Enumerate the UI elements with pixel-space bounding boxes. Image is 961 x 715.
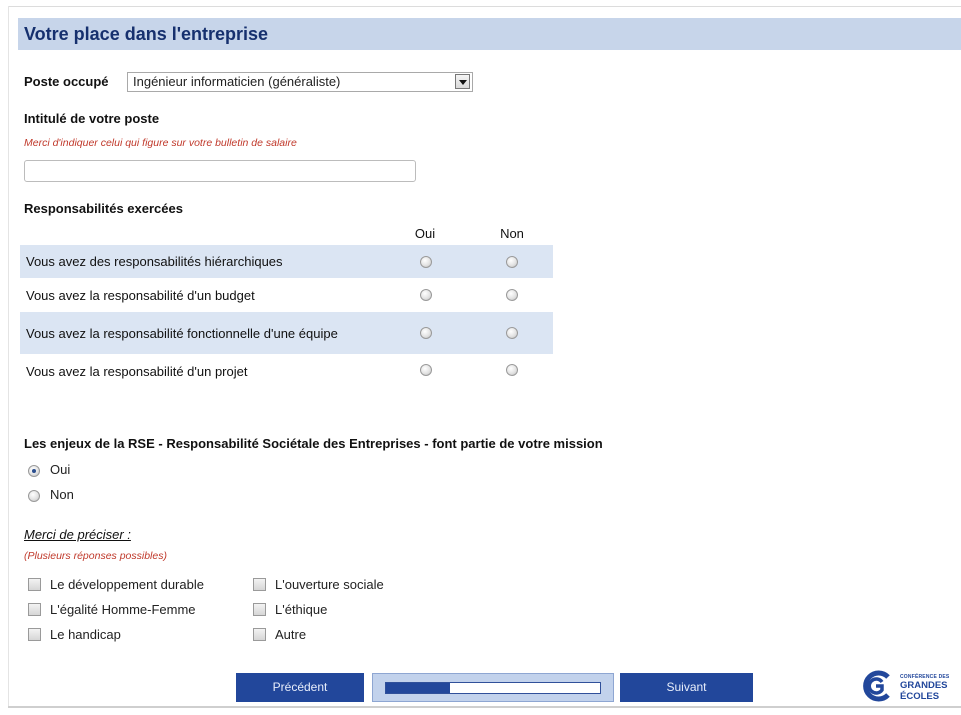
cge-logo-mark-icon — [863, 670, 890, 702]
column-header-non: Non — [500, 226, 524, 241]
radio-hierarchique-non[interactable] — [506, 256, 518, 268]
precise-label: Merci de préciser : — [24, 527, 131, 542]
table-row: Vous avez la responsabilité d'un projet — [20, 354, 553, 388]
checkbox-label[interactable]: Autre — [275, 627, 306, 642]
multi-hint: (Plusieurs réponses possibles) — [24, 550, 167, 562]
next-button[interactable]: Suivant — [620, 673, 753, 702]
checkbox-label[interactable]: L'éthique — [275, 602, 327, 617]
intitule-input[interactable] — [24, 160, 416, 182]
cge-logo: CONFÉRENCE DES GRANDES ÉCOLES — [858, 668, 958, 704]
checkbox-label[interactable]: Le développement durable — [50, 577, 204, 592]
progress-bar-fill — [386, 683, 451, 693]
checkbox-ouverture-sociale[interactable] — [253, 578, 266, 591]
radio-rse-oui-label[interactable]: Oui — [50, 462, 70, 477]
progress-bar — [372, 673, 614, 702]
radio-budget-oui[interactable] — [420, 289, 432, 301]
responsabilites-label: Responsabilités exercées — [24, 201, 183, 216]
checkbox-autre[interactable] — [253, 628, 266, 641]
section-header: Votre place dans l'entreprise — [18, 18, 961, 50]
rse-question: Les enjeux de la RSE - Responsabilité So… — [24, 436, 603, 451]
table-row: Vous avez des responsabilités hiérarchiq… — [20, 245, 553, 278]
radio-rse-oui[interactable] — [28, 465, 40, 477]
radio-projet-oui[interactable] — [420, 364, 432, 376]
checkbox-label[interactable]: L'égalité Homme-Femme — [50, 602, 196, 617]
checkbox-egalite[interactable] — [28, 603, 41, 616]
intitule-label: Intitulé de votre poste — [24, 111, 160, 126]
checkbox-handicap[interactable] — [28, 628, 41, 641]
checkbox-ethique[interactable] — [253, 603, 266, 616]
logo-line-2: GRANDES — [900, 680, 948, 691]
radio-rse-non[interactable] — [28, 490, 40, 502]
radio-rse-non-label[interactable]: Non — [50, 487, 74, 502]
row-label: Vous avez la responsabilité d'un budget — [26, 287, 255, 303]
table-row: Vous avez la responsabilité d'un budget — [20, 278, 553, 312]
radio-hierarchique-oui[interactable] — [420, 256, 432, 268]
radio-equipe-non[interactable] — [506, 327, 518, 339]
row-label: Vous avez la responsabilité d'un projet — [26, 363, 248, 379]
poste-select[interactable]: Ingénieur informaticien (généraliste) — [127, 72, 473, 92]
page-frame-top — [8, 6, 961, 7]
poste-select-value: Ingénieur informaticien (généraliste) — [133, 74, 341, 89]
previous-button[interactable]: Précédent — [236, 673, 364, 702]
section-title: Votre place dans l'entreprise — [24, 24, 269, 44]
row-label: Vous avez la responsabilité fonctionnell… — [26, 325, 338, 341]
checkbox-label[interactable]: Le handicap — [50, 627, 121, 642]
logo-line-3: ÉCOLES — [900, 691, 940, 702]
row-label: Vous avez des responsabilités hiérarchiq… — [26, 254, 283, 269]
checkbox-label[interactable]: L'ouverture sociale — [275, 577, 384, 592]
intitule-hint: Merci d'indiquer celui qui figure sur vo… — [24, 137, 297, 149]
table-row: Vous avez la responsabilité fonctionnell… — [20, 312, 553, 354]
chevron-down-icon[interactable] — [455, 74, 470, 89]
radio-budget-non[interactable] — [506, 289, 518, 301]
page-frame-bottom — [8, 706, 961, 708]
poste-label: Poste occupé — [24, 74, 109, 89]
column-header-oui: Oui — [414, 226, 436, 241]
radio-equipe-oui[interactable] — [420, 327, 432, 339]
progress-bar-inner — [385, 682, 601, 694]
radio-projet-non[interactable] — [506, 364, 518, 376]
page-frame-left — [8, 6, 9, 706]
checkbox-developpement-durable[interactable] — [28, 578, 41, 591]
